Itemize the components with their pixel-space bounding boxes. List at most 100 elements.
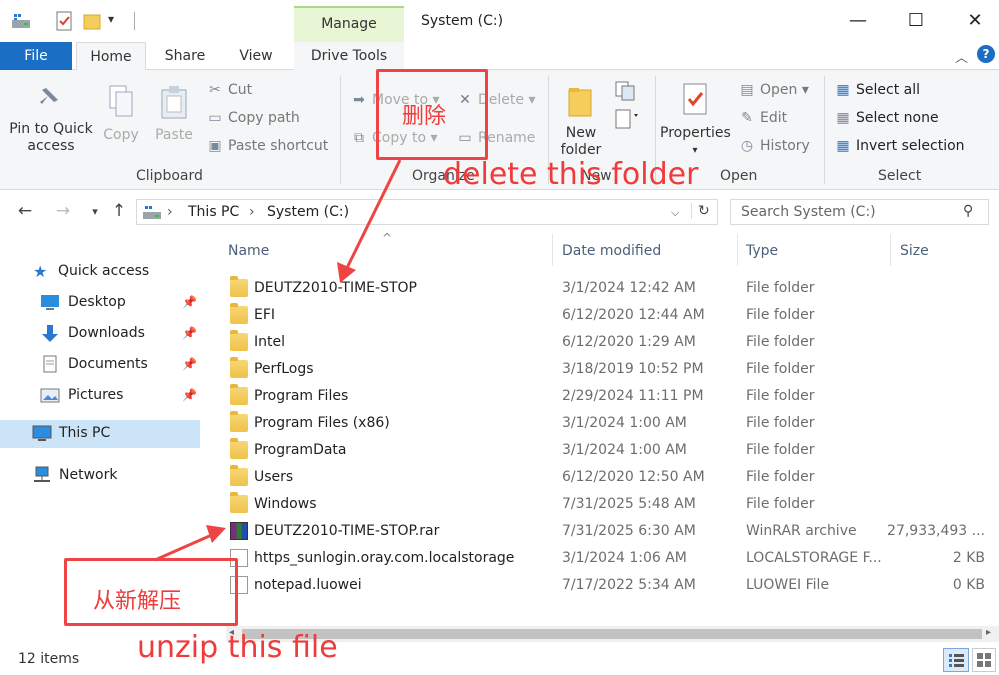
nav-quick-access[interactable]: ★ Quick access [0, 258, 200, 286]
nav-documents[interactable]: Documents 📌 [0, 351, 200, 379]
file-type: File folder [746, 415, 815, 431]
file-row[interactable]: Program Files (x86) 3/1/2024 1:00 AM File … [224, 410, 999, 437]
file-row[interactable]: DEUTZ2010-TIME-STOP 3/1/2024 12:42 AM File… [224, 275, 999, 302]
file-row[interactable]: Windows 7/31/2025 5:48 AM File folder [224, 491, 999, 518]
title-bar: ▾ Manage System (C:) — ☐ ✕ [0, 0, 999, 42]
file-row[interactable]: notepad.luowei 7/17/2022 5:34 AM LUOWEI Fi… [224, 572, 999, 599]
copy-button[interactable]: Copy [100, 84, 142, 144]
select-none-button[interactable]: ▦ Select none [834, 110, 938, 126]
desktop-icon [41, 295, 59, 310]
divider[interactable] [890, 234, 891, 266]
large-icons-view-button[interactable] [972, 648, 996, 672]
paste-shortcut-label: Paste shortcut [228, 138, 329, 154]
folder-icon [230, 384, 248, 405]
paste-button[interactable]: Paste [152, 84, 196, 144]
pin-icon[interactable]: 📌 [182, 388, 197, 402]
pin-quick-access-button[interactable]: Pin to Quick access [6, 84, 96, 155]
tab-home[interactable]: Home [76, 42, 146, 71]
copy-path-button[interactable]: ▭ Copy path [206, 110, 300, 126]
nav-downloads[interactable]: Downloads 📌 [0, 320, 200, 348]
customize-qa-icon[interactable]: ▾ [108, 12, 114, 26]
divider[interactable] [552, 234, 553, 266]
file-date: 7/31/2025 5:48 AM [562, 496, 696, 512]
file-type: LOCALSTORAGE F... [746, 550, 882, 566]
search-icon: ⚲ [963, 203, 974, 219]
address-bar[interactable]: › This PC › System (C:) ⌵ ↻ [136, 199, 718, 225]
file-name: notepad.luowei [254, 577, 362, 593]
properties-icon[interactable] [54, 11, 74, 31]
invert-selection-icon: ▦ [836, 138, 850, 154]
select-none-icon: ▦ [836, 110, 850, 126]
cut-button[interactable]: ✂ Cut [206, 82, 252, 98]
paste-shortcut-icon: ▣ [208, 138, 222, 154]
tab-manage[interactable]: Manage [294, 6, 404, 42]
paste-shortcut-button[interactable]: ▣ Paste shortcut [206, 138, 328, 154]
tab-share[interactable]: Share [156, 42, 214, 70]
breadcrumb-system-c[interactable]: System (C:) [267, 204, 349, 220]
file-row[interactable]: Intel 6/12/2020 1:29 AM File folder [224, 329, 999, 356]
file-type: LUOWEI File [746, 577, 830, 593]
new-item-icons[interactable] [612, 80, 642, 136]
properties-label: Properties [660, 125, 731, 141]
tab-view[interactable]: View [226, 42, 286, 70]
back-arrow-icon[interactable]: ← [14, 201, 36, 221]
column-header-type[interactable]: Type [746, 243, 778, 259]
copy-icon [109, 85, 133, 117]
new-folder-icon[interactable] [82, 11, 102, 31]
breadcrumb-this-pc[interactable]: This PC [188, 204, 239, 220]
pin-icon[interactable]: 📌 [182, 357, 197, 371]
file-row[interactable]: EFI 6/12/2020 12:44 AM File folder [224, 302, 999, 329]
file-row[interactable]: PerfLogs 3/18/2019 10:52 PM File folder [224, 356, 999, 383]
up-arrow-icon[interactable]: ↑ [108, 201, 130, 221]
file-date: 2/29/2024 11:11 PM [562, 388, 704, 404]
close-button[interactable]: ✕ [960, 8, 990, 34]
select-all-button[interactable]: ▦ Select all [834, 82, 920, 98]
copy-path-label: Copy path [228, 110, 300, 126]
horizontal-scrollbar[interactable]: ◂ ▸ [226, 626, 999, 642]
cut-label: Cut [228, 82, 253, 98]
tab-file[interactable]: File [0, 42, 72, 70]
details-view-button[interactable] [943, 648, 969, 672]
invert-selection-button[interactable]: ▦ Invert selection [834, 138, 965, 154]
file-row[interactable]: https_sunlogin.oray.com.localstorage 3/1/… [224, 545, 999, 572]
details-view-icon [949, 654, 964, 667]
file-row[interactable]: Users 6/12/2020 12:50 AM File folder [224, 464, 999, 491]
file-explorer-window: ▾ Manage System (C:) — ☐ ✕ File Home Sha… [0, 0, 999, 675]
file-date: 3/1/2024 1:00 AM [562, 415, 687, 431]
column-header-name[interactable]: Name [228, 243, 269, 259]
open-button[interactable]: ▤ Open ▾ [738, 82, 809, 98]
maximize-button[interactable]: ☐ [901, 8, 931, 34]
divider[interactable] [737, 234, 738, 266]
minimize-button[interactable]: — [843, 8, 873, 34]
select-all-icon: ▦ [836, 82, 850, 98]
new-folder-button[interactable]: New folder [556, 84, 606, 159]
tab-drive-tools[interactable]: Drive Tools [294, 42, 404, 70]
column-header-date[interactable]: Date modified [562, 243, 661, 259]
search-input[interactable]: Search System (C:) ⚲ [730, 199, 989, 225]
file-row[interactable]: DEUTZ2010-TIME-STOP.rar 7/31/2025 6:30 AM… [224, 518, 999, 545]
file-date: 6/12/2020 12:44 AM [562, 307, 705, 323]
nav-network[interactable]: Network [0, 462, 200, 490]
refresh-icon[interactable]: ↻ [691, 203, 710, 219]
nav-this-pc[interactable]: This PC [0, 420, 200, 448]
invert-selection-label: Invert selection [856, 138, 965, 154]
edit-button[interactable]: ✎ Edit [738, 110, 787, 126]
help-icon[interactable]: ? [977, 45, 995, 63]
file-row[interactable]: ProgramData 3/1/2024 1:00 AM File folder [224, 437, 999, 464]
nav-pictures[interactable]: Pictures 📌 [0, 382, 200, 410]
file-name: Intel [254, 334, 285, 350]
file-date: 3/18/2019 10:52 PM [562, 361, 704, 377]
chevron-down-icon[interactable]: ⌵ [671, 206, 679, 220]
collapse-ribbon-icon[interactable]: ︿ [955, 47, 968, 66]
nav-desktop[interactable]: Desktop 📌 [0, 289, 200, 317]
history-button[interactable]: ◷ History [738, 138, 810, 154]
scroll-right-icon[interactable]: ▸ [986, 627, 991, 638]
file-row[interactable]: Program Files 2/29/2024 11:11 PM File fold… [224, 383, 999, 410]
scrollbar-thumb[interactable] [242, 629, 982, 639]
column-header-size[interactable]: Size [900, 243, 929, 259]
forward-arrow-icon[interactable]: → [52, 201, 74, 221]
properties-button[interactable]: Properties ▾ [660, 82, 731, 159]
recent-locations-icon[interactable]: ▾ [84, 205, 106, 218]
pin-icon[interactable]: 📌 [182, 295, 197, 309]
pin-icon[interactable]: 📌 [182, 326, 197, 340]
